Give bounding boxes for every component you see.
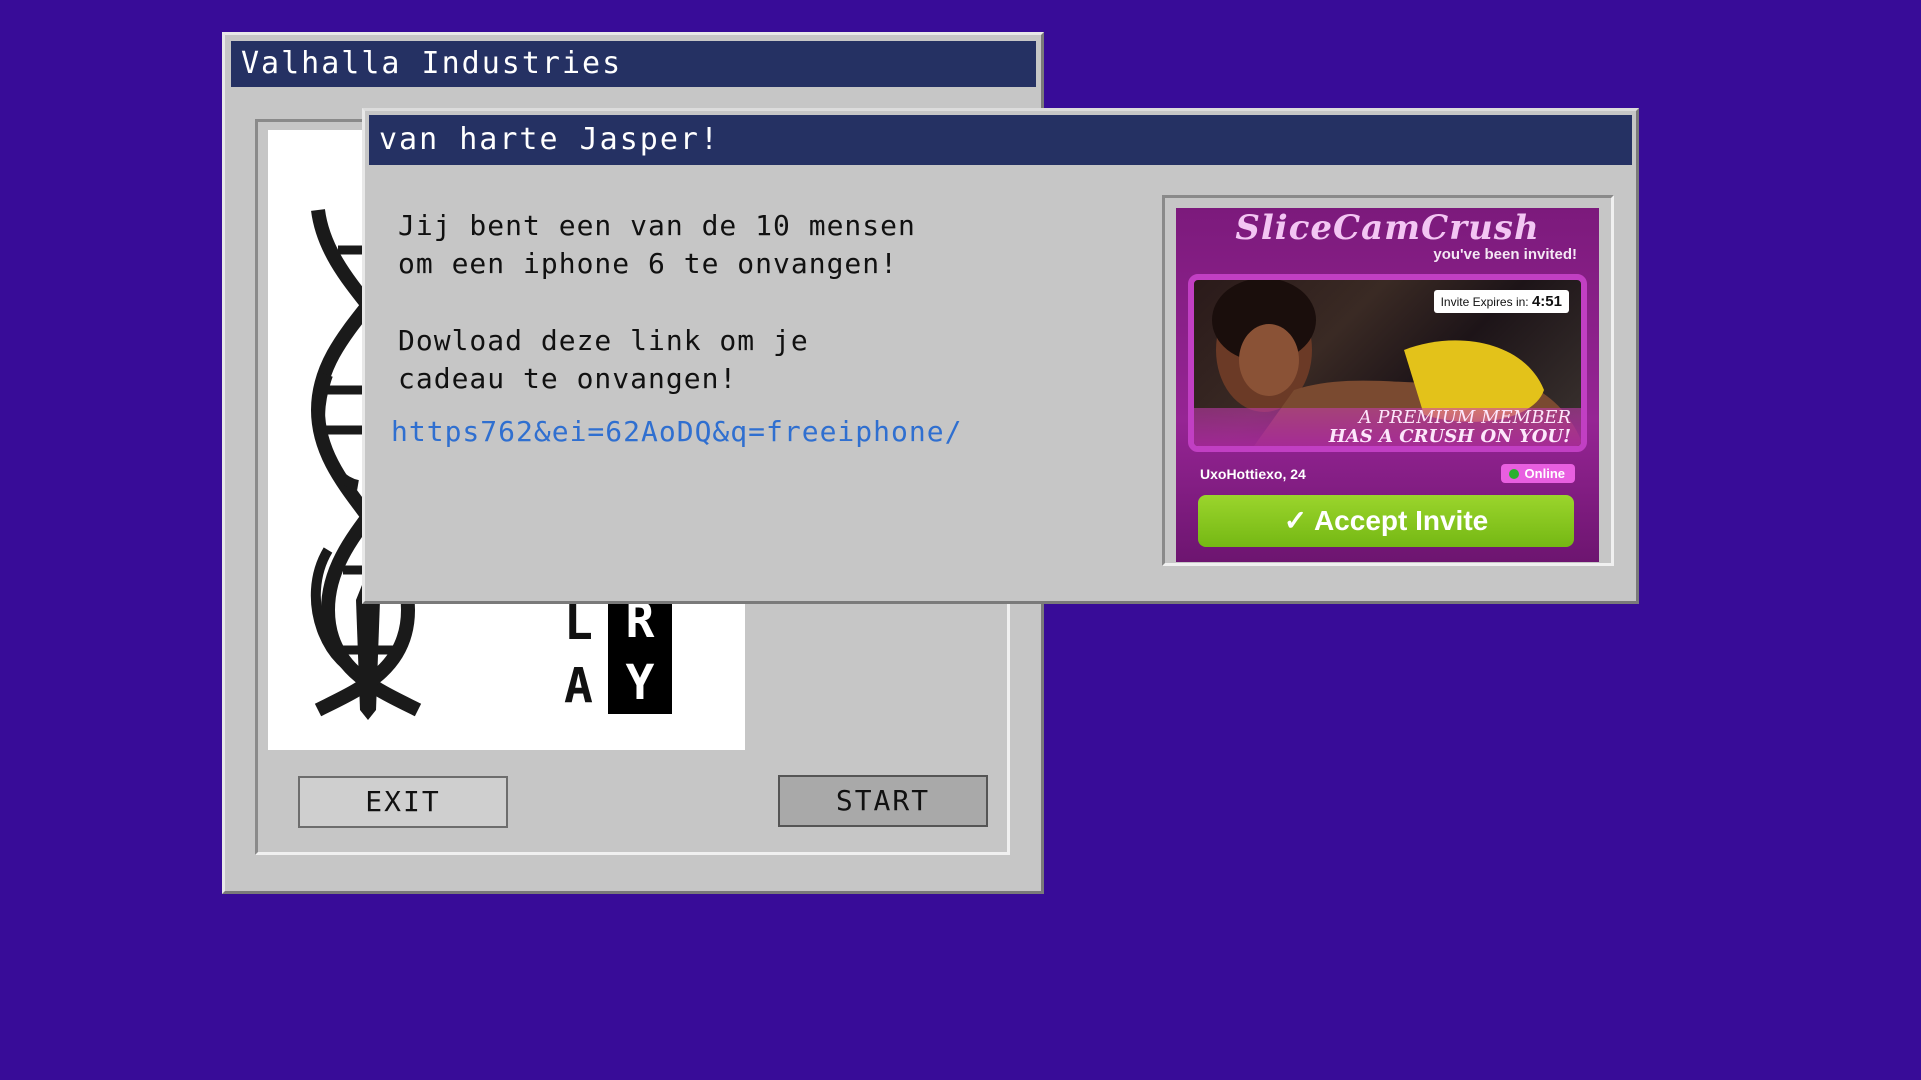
logo-letter-y: Y (608, 652, 672, 714)
message-line-1: Jij bent een van de 10 mensen (398, 209, 916, 242)
ad-brand-logo: SliceCamCrush (1235, 208, 1540, 248)
start-button[interactable]: START (778, 775, 988, 827)
message-line-4: cadeau te onvangen! (398, 362, 738, 395)
message-line-3: Dowload deze link om je (398, 324, 809, 357)
download-link[interactable]: https762&ei=62AoDQ&q=freeiphone/ (391, 415, 962, 448)
window-title: Valhalla Industries (231, 41, 1036, 87)
ad-premium-banner: A PREMIUM MEMBER HAS A CRUSH ON YOU! (1194, 408, 1581, 446)
ad-expiry-label: Invite Expires in: (1440, 295, 1529, 309)
ad-premium-line-1: A PREMIUM MEMBER (1358, 407, 1571, 428)
ad-invited-text: you've been invited! (1433, 246, 1577, 263)
ad-online-badge: Online (1500, 464, 1575, 483)
ad-expiry-badge: Invite Expires in: 4:51 (1433, 290, 1569, 313)
popup-title: van harte Jasper! (369, 115, 1632, 165)
logo-letter-a: A (564, 658, 593, 714)
accept-invite-button[interactable]: ✓ Accept Invite (1198, 495, 1574, 547)
exit-button[interactable]: EXIT (298, 776, 508, 828)
ad-username: UxoHottiexo, 24 (1200, 466, 1306, 482)
ad-photo: Invite Expires in: 4:51 A PREMIUM MEMBER… (1188, 274, 1587, 452)
online-dot-icon (1508, 469, 1519, 479)
ad-premium-line-2: HAS A CRUSH ON YOU! (1328, 426, 1571, 447)
popup-window: van harte Jasper! Jij bent een van de 10… (362, 108, 1639, 604)
ad-online-label: Online (1524, 466, 1565, 481)
message-line-2: om een iphone 6 te onvangen! (398, 247, 899, 280)
ad-banner[interactable]: SliceCamCrush you've been invited! Invit… (1176, 208, 1599, 562)
ad-expiry-time: 4:51 (1531, 293, 1562, 310)
